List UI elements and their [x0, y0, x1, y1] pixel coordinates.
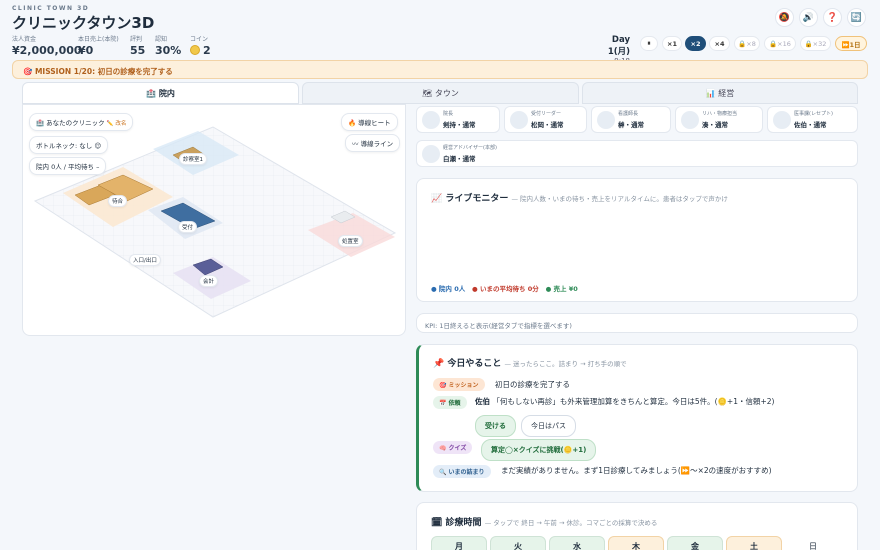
speed-x16-locked-button[interactable]: 🔒×16	[764, 36, 796, 51]
speed-x8-locked-button[interactable]: 🔒×8	[734, 36, 760, 51]
brand-subtitle: CLINIC TOWN 3D	[12, 5, 90, 12]
bottleneck-text: まだ実績がありません。まず1日診療してみましょう(⏩〜×2の速度がおすすめ)	[501, 466, 772, 475]
hours-title: 🗓 診療時間 — タップで 終日 → 午前 → 休診。コマごとの採算で決める	[431, 518, 658, 528]
day-thursday[interactable]: 木	[608, 536, 664, 550]
day-wednesday[interactable]: 水	[549, 536, 605, 550]
mission-text: 初日の診療を完了する	[495, 380, 570, 389]
mute-notification-icon[interactable]: 🔕	[775, 8, 794, 27]
bottleneck-tag: 🔍 いまの詰まり	[433, 465, 491, 478]
staff-card[interactable]: 看護師長 榊・通常	[591, 106, 671, 133]
avatar	[681, 111, 699, 129]
sound-icon[interactable]: 🔊	[799, 8, 818, 27]
staff-card[interactable]: 医事課(レセプト) 佐伯・通常	[767, 106, 858, 133]
staff-card[interactable]: 院長 剣持・通常	[416, 106, 500, 133]
pass-request-button[interactable]: 今日はパス	[521, 415, 576, 437]
room-label-reception: 受付	[178, 221, 198, 233]
line-toggle-button[interactable]: 〰 導線ライン	[345, 134, 401, 152]
coin-icon	[190, 45, 200, 55]
mission-row: 🎯 ミッション	[433, 378, 485, 391]
avatar	[510, 111, 528, 129]
quiz-challenge-button[interactable]: 算定◯×クイズに挑戦(🪙+1)	[481, 439, 597, 461]
stat-coins: コイン 2	[190, 36, 211, 57]
tab-management[interactable]: 📊 経営	[582, 82, 858, 104]
reset-icon[interactable]: 🔄	[847, 8, 866, 27]
live-monitor[interactable]: 📈 ライブモニター — 院内人数・いまの待ち・売上をリアルタイムに。患者はタップ…	[416, 178, 858, 302]
heat-toggle-button[interactable]: 🔥 導線ヒート	[341, 113, 398, 131]
clinic-map[interactable]: 🏥 あなたのクリニック ✏️ 改名 ボトルネック: なし 😌 院内 0人 / 平…	[22, 104, 406, 336]
app-title: クリニックタウン3D	[12, 14, 155, 32]
request-text: 佐伯 「何もしない再診」も外来管理加算をきちんと算定。今日は5件。(🪙+1・信頼…	[475, 397, 775, 406]
tab-clinic[interactable]: 🏥 院内	[22, 82, 299, 104]
request-tag: 📅 依頼	[433, 396, 467, 409]
stat-sales: 本日売上(本院) ¥0	[78, 36, 119, 57]
room-label-waiting: 待合	[108, 195, 128, 207]
skip-day-button[interactable]: ⏩1日	[835, 36, 867, 51]
quiz-tag: 🧠 クイズ	[433, 441, 473, 454]
day-tuesday[interactable]: 火	[490, 536, 546, 550]
todo-panel: 📌 今日やること — 迷ったらここ。詰まり → 打ち手の順で 🎯 ミッション 初…	[416, 344, 858, 492]
legend: ● 院内 0人 ● いまの平均待ち 0分 ● 売上 ¥0	[431, 285, 578, 293]
day-saturday[interactable]: 土	[726, 536, 782, 550]
day-friday[interactable]: 金	[667, 536, 723, 550]
room-label-treatment: 処置室	[338, 235, 363, 247]
staff-card[interactable]: 受付リーダー 松岡・通常	[504, 106, 587, 133]
todo-title: 📌 今日やること — 迷ったらここ。詰まり → 打ち手の順で	[433, 359, 627, 369]
day-monday[interactable]: 月	[431, 536, 487, 550]
speed-x2-button[interactable]: ×2	[685, 36, 706, 51]
day-sunday[interactable]: 日	[785, 536, 841, 550]
staff-card[interactable]: リハ・物療担当 湊・通常	[675, 106, 763, 133]
room-label-exam: 診察室1	[179, 153, 207, 165]
accept-request-button[interactable]: 受ける	[475, 415, 516, 437]
stat-reputation: 評判 55	[130, 36, 146, 57]
room-label-entrance: 入口/出口	[129, 254, 161, 266]
avatar	[422, 111, 440, 129]
room-label-cashier: 会計	[199, 275, 219, 287]
speed-x1-button[interactable]: ×1	[662, 36, 682, 51]
mission-banner[interactable]: 🎯 MISSION 1/20: 初日の診療を完了する	[12, 60, 868, 79]
stat-funds: 法人資金 ¥2,000,000	[12, 36, 82, 57]
bottleneck-chip: ボトルネック: なし 😌	[29, 136, 109, 154]
rename-link[interactable]: ✏️ 改名	[107, 121, 127, 127]
live-monitor-title: 📈 ライブモニター — 院内人数・いまの待ち・売上をリアルタイムに。患者はタップ…	[431, 194, 728, 204]
clinic-name-chip[interactable]: 🏥 あなたのクリニック ✏️ 改名	[29, 113, 134, 131]
kpi-note: KPI: 1日終えると表示(経営タブで指標を選べます)	[416, 313, 858, 333]
pause-button[interactable]: ⏸	[640, 36, 658, 51]
avatar	[597, 111, 615, 129]
avatar	[422, 145, 440, 163]
avatar	[773, 111, 791, 129]
speed-x4-button[interactable]: ×4	[709, 36, 730, 51]
staff-card[interactable]: 経営アドバイザー(本部) 白瀬・通常	[416, 140, 858, 167]
tab-town[interactable]: 🗺 タウン	[302, 82, 579, 104]
stat-awareness: 認知 30%	[155, 36, 182, 57]
speed-x32-locked-button[interactable]: 🔒×32	[800, 36, 831, 51]
help-icon[interactable]: ❓	[823, 8, 842, 27]
status-chip: 院内 0人 / 平均待ち –	[29, 157, 107, 175]
